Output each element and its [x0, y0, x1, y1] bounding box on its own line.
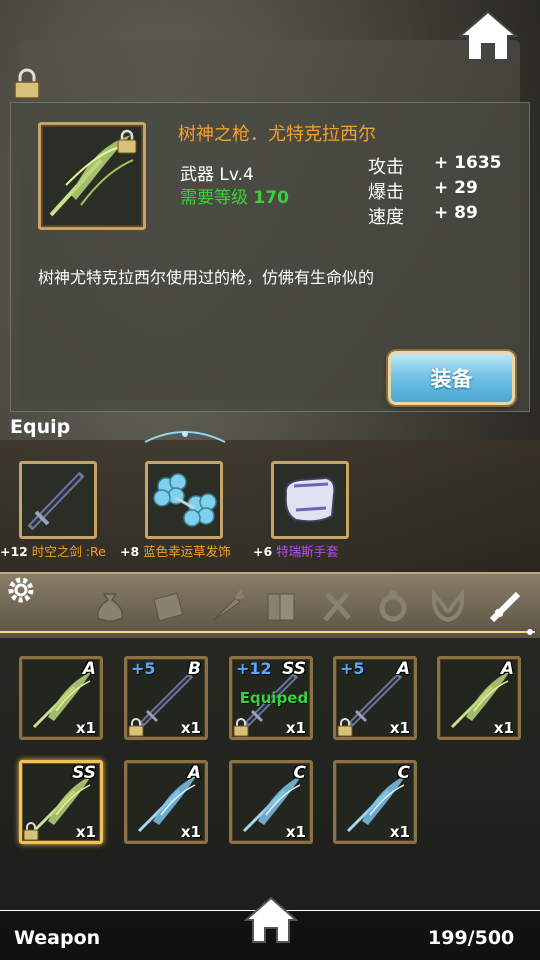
equip-label-accessory: +8 蓝色幸运草发饰 — [120, 544, 231, 559]
grade-badge: A — [82, 659, 96, 679]
enhance-level: +5 — [340, 659, 365, 678]
equipped-label: Equiped — [239, 689, 309, 707]
ornament-icon — [144, 431, 226, 443]
lock-icon — [337, 718, 353, 737]
grade-badge: C — [293, 763, 306, 783]
item-count: x1 — [75, 719, 96, 737]
item-count: x1 — [180, 719, 201, 737]
lock-icon — [117, 129, 137, 154]
equip-section-title: Equip — [10, 416, 71, 438]
ears-icon[interactable] — [428, 586, 468, 626]
equip-label-weapon: +12 时空之剑 :Re — [0, 544, 106, 559]
grade-badge: SS — [72, 763, 96, 783]
inventory-slot[interactable]: Ax1 — [437, 656, 521, 740]
item-name: 树神之枪．尤特克拉西尔 — [178, 124, 376, 145]
equip-slot-accessory[interactable] — [145, 461, 223, 539]
equip-button[interactable]: 装备 — [388, 351, 515, 405]
item-count: x1 — [285, 823, 306, 841]
grade-badge: C — [397, 763, 410, 783]
lock-icon[interactable] — [12, 68, 42, 100]
enhance-level: +12 — [236, 659, 272, 678]
enhance-level: +5 — [131, 659, 156, 678]
gloves-icon — [284, 476, 336, 523]
lock-icon — [23, 822, 39, 841]
ring-icon[interactable] — [373, 586, 413, 626]
item-type-level: 武器 Lv.4 — [180, 165, 254, 185]
stat-speed: 速度 + 89 — [368, 203, 478, 228]
grade-badge: SS — [282, 659, 306, 679]
stat-crit: 爆击 + 29 — [368, 178, 478, 203]
inventory-slot[interactable]: Ax1 — [124, 760, 208, 844]
item-count: x1 — [285, 719, 306, 737]
gear-icon[interactable] — [4, 573, 38, 607]
scroll-icon[interactable] — [148, 586, 188, 626]
inventory-slot[interactable]: +5 Ax1 — [333, 656, 417, 740]
grade-badge: A — [500, 659, 514, 679]
stat-attack: 攻击 + 1635 — [368, 153, 502, 178]
inventory-slot[interactable]: +12 SS Equiped x1 — [229, 656, 313, 740]
utensils-icon[interactable] — [317, 586, 357, 626]
equip-slot-weapon[interactable] — [19, 461, 97, 539]
carrot-icon[interactable] — [206, 586, 246, 626]
inventory-capacity: 199/500 — [428, 927, 515, 949]
item-count: x1 — [389, 719, 410, 737]
sword-icon[interactable] — [486, 586, 526, 626]
inventory-slot[interactable]: Ax1 — [19, 656, 103, 740]
sword-icon — [27, 471, 85, 531]
home-icon[interactable] — [244, 894, 298, 946]
grade-badge: A — [187, 763, 201, 783]
required-level: 需要等级 170 — [180, 188, 289, 208]
item-count: x1 — [75, 823, 96, 841]
inventory-slot[interactable]: SS x1 — [19, 760, 103, 844]
item-count: x1 — [180, 823, 201, 841]
bag-icon[interactable] — [90, 586, 130, 626]
book-icon[interactable] — [262, 586, 302, 626]
equip-label-gloves: +6 特瑞斯手套 — [253, 544, 339, 559]
grade-badge: A — [396, 659, 410, 679]
item-detail-icon — [38, 122, 146, 230]
item-count: x1 — [493, 719, 514, 737]
inventory-slot[interactable]: +5 Bx1 — [124, 656, 208, 740]
inventory-slot[interactable]: Cx1 — [333, 760, 417, 844]
item-description: 树神尤特克拉西尔使用过的枪，仿佛有生命似的 — [38, 268, 375, 287]
lock-icon — [233, 718, 249, 737]
inventory-slot[interactable]: Cx1 — [229, 760, 313, 844]
grade-badge: B — [188, 659, 201, 679]
item-count: x1 — [389, 823, 410, 841]
home-icon[interactable] — [456, 8, 520, 64]
lock-icon — [128, 718, 144, 737]
tab-underline — [0, 629, 535, 635]
category-label: Weapon — [14, 927, 101, 949]
equip-slot-gloves[interactable] — [271, 461, 349, 539]
clover-hairpin-icon — [153, 473, 217, 527]
